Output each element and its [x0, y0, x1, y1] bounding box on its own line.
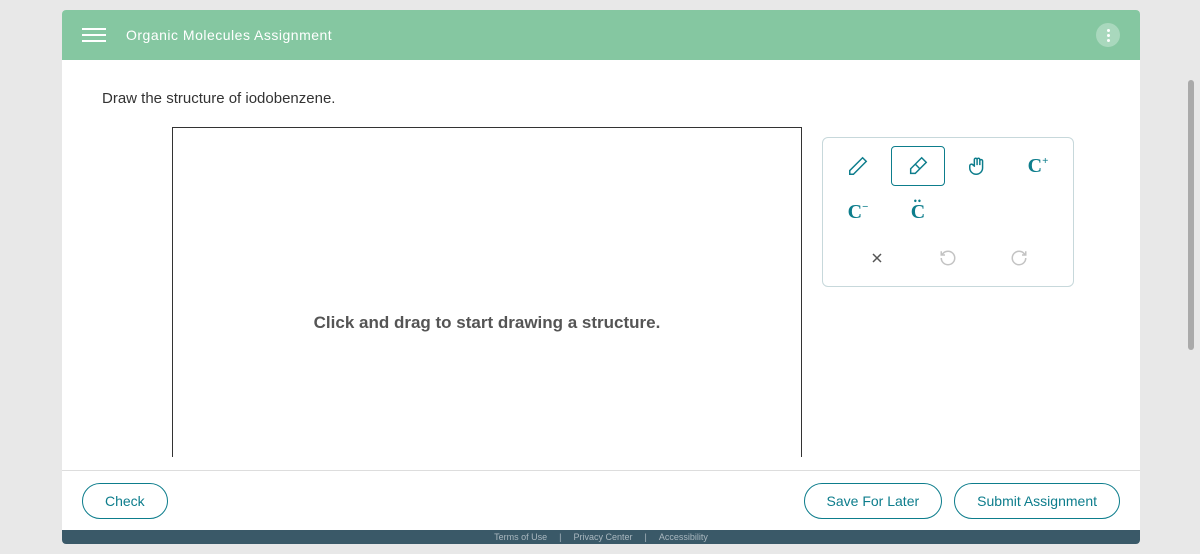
carbon-minus-tool[interactable]: C− [831, 192, 885, 232]
hamburger-menu-icon[interactable] [82, 23, 106, 47]
pencil-tool[interactable] [831, 146, 885, 186]
drawing-area: Click and drag to start drawing a struct… [172, 127, 1072, 457]
more-options-icon[interactable] [1096, 23, 1120, 47]
carbon-radical-tool[interactable]: ••C [891, 192, 945, 232]
check-button[interactable]: Check [82, 483, 168, 519]
c-radical-dots: •• [914, 196, 922, 206]
c-plus-sup: + [1042, 155, 1048, 167]
redo-icon [1010, 249, 1028, 267]
clear-button[interactable] [861, 242, 893, 274]
close-icon [869, 250, 885, 266]
question-prompt: Draw the structure of iodobenzene. [102, 90, 1100, 107]
tool-panel: C+ C− ••C [822, 137, 1074, 287]
undo-button[interactable] [932, 242, 964, 274]
content-area: Draw the structure of iodobenzene. Click… [62, 60, 1140, 470]
legal-footer: Terms of Use | Privacy Center | Accessib… [62, 530, 1140, 544]
scrollbar[interactable] [1188, 80, 1194, 350]
redo-button[interactable] [1003, 242, 1035, 274]
hand-icon [967, 155, 989, 177]
footer-bar: Check Save For Later Submit Assignment [62, 470, 1140, 530]
privacy-link[interactable]: Privacy Center [573, 532, 632, 542]
carbon-plus-tool[interactable]: C+ [1011, 146, 1065, 186]
c-minus-label: C [848, 201, 862, 223]
save-for-later-button[interactable]: Save For Later [804, 483, 943, 519]
c-minus-sup: − [862, 201, 868, 213]
undo-icon [939, 249, 957, 267]
accessibility-link[interactable]: Accessibility [659, 532, 708, 542]
eraser-icon [907, 155, 929, 177]
terms-link[interactable]: Terms of Use [494, 532, 547, 542]
app-header: Organic Molecules Assignment [62, 10, 1140, 60]
canvas-placeholder-text: Click and drag to start drawing a struct… [314, 250, 661, 336]
submit-assignment-button[interactable]: Submit Assignment [954, 483, 1120, 519]
drawing-canvas[interactable]: Click and drag to start drawing a struct… [172, 127, 802, 457]
move-tool[interactable] [951, 146, 1005, 186]
c-plus-label: C [1028, 155, 1042, 177]
assignment-title: Organic Molecules Assignment [126, 27, 332, 43]
eraser-tool[interactable] [891, 146, 945, 186]
pencil-icon [847, 155, 869, 177]
